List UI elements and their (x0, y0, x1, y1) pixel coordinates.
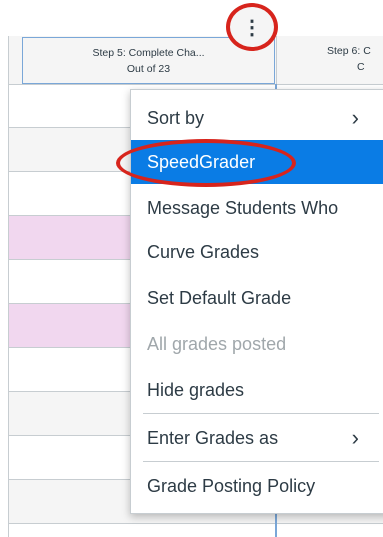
menu-item-message-students[interactable]: Message Students Who (131, 186, 383, 230)
menu-separator (143, 461, 379, 462)
menu-item-hide-grades[interactable]: Hide grades (131, 368, 383, 412)
menu-item-all-grades-posted: All grades posted (131, 322, 383, 366)
column-header-step5-points: Out of 23 (126, 63, 171, 75)
menu-item-grade-posting-policy[interactable]: Grade Posting Policy (131, 464, 383, 508)
menu-item-label: Enter Grades as (147, 428, 279, 448)
chevron-right-icon: › (351, 425, 359, 450)
menu-item-label: Hide grades (147, 380, 245, 400)
menu-item-label: Curve Grades (147, 242, 260, 262)
menu-item-set-default-grade[interactable]: Set Default Grade (131, 276, 383, 320)
column-header-step6-title: Step 6: C (327, 45, 371, 57)
menu-item-label: All grades posted (147, 334, 287, 354)
gradebook-header-row: Step 5: Complete Cha... Out of 23 Step 6… (9, 36, 383, 85)
menu-item-label: Sort by (147, 108, 205, 128)
menu-item-sort-by[interactable]: Sort by › (131, 96, 383, 140)
menu-item-label: Set Default Grade (147, 288, 292, 308)
menu-item-enter-grades-as[interactable]: Enter Grades as › (131, 416, 383, 460)
column-header-step6-points: C (357, 61, 365, 73)
chevron-right-icon: › (351, 105, 359, 130)
menu-item-curve-grades[interactable]: Curve Grades (131, 230, 383, 274)
column-options-button[interactable]: ⋮ (226, 3, 278, 51)
menu-separator (143, 413, 379, 414)
menu-item-label: Grade Posting Policy (147, 476, 316, 496)
menu-item-label: Message Students Who (147, 198, 339, 218)
column-header-step6[interactable]: Step 6: C C (276, 36, 383, 84)
kebab-icon: ⋮ (242, 16, 262, 39)
speedgrader-highlight-annotation (116, 139, 296, 187)
